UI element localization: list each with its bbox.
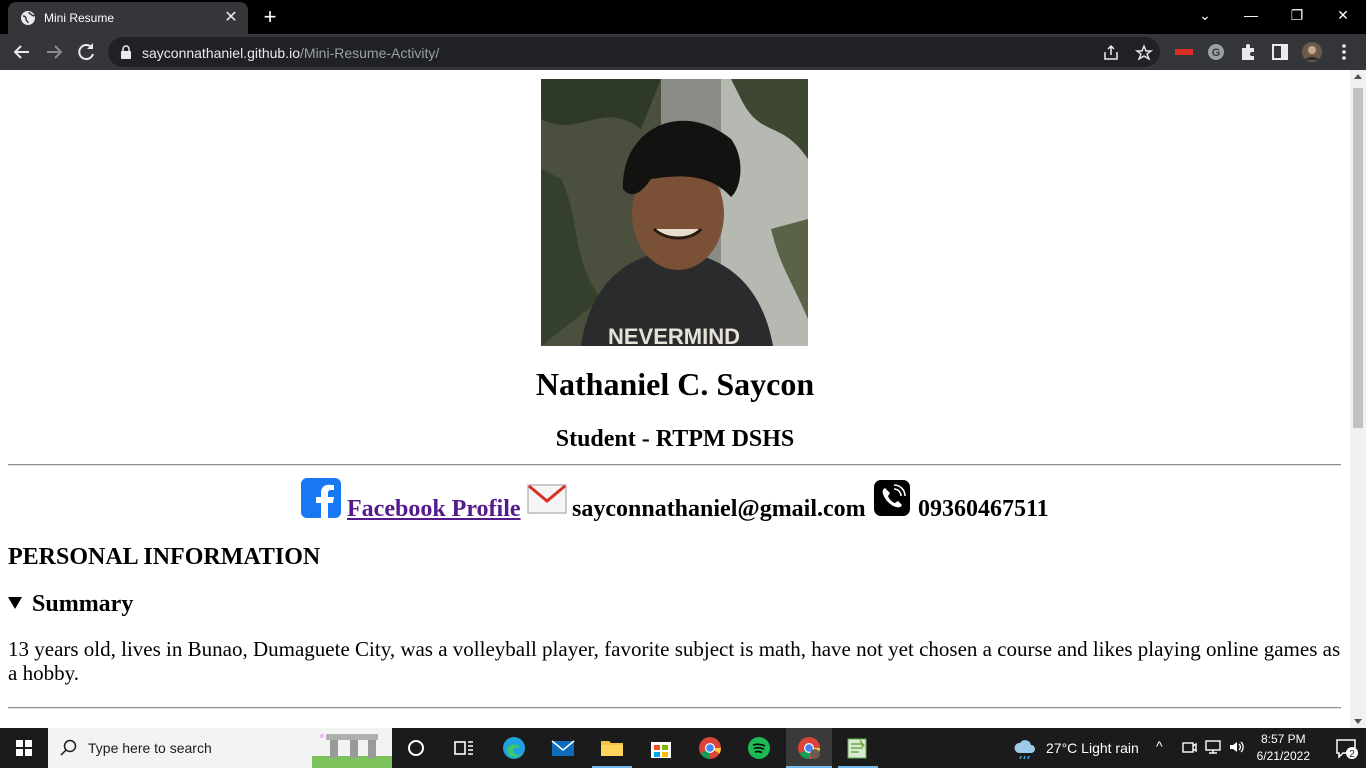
- scrollbar-thumb[interactable]: [1353, 88, 1363, 428]
- browser-toolbar: sayconnathaniel.github.io/Mini-Resume-Ac…: [0, 34, 1366, 70]
- taskbar-clock[interactable]: 8:57 PM 6/21/2022: [1257, 731, 1310, 765]
- phone-number: 09360467511: [918, 496, 1049, 522]
- store-icon[interactable]: [649, 736, 673, 760]
- summary-toggle[interactable]: Summary: [8, 591, 133, 618]
- bookmark-star-icon[interactable]: [1135, 44, 1153, 62]
- extension-bfr-icon[interactable]: [1174, 42, 1194, 62]
- browser-titlebar: Mini Resume ✕ + ⌄ — ❐ ✕: [0, 0, 1366, 34]
- url-path: /Mini-Resume-Activity/: [300, 45, 440, 61]
- facebook-icon[interactable]: [301, 478, 341, 518]
- windows-start-icon[interactable]: [0, 728, 48, 768]
- section-heading-personal-info: PERSONAL INFORMATION: [8, 544, 321, 570]
- divider-bottom: [8, 707, 1341, 709]
- network-icon[interactable]: [1204, 738, 1222, 756]
- person-role: Student - RTPM DSHS: [555, 426, 795, 452]
- forward-arrow-icon[interactable]: [42, 40, 66, 64]
- notification-count: 2: [1349, 749, 1355, 760]
- search-icon: [60, 739, 77, 756]
- email-address: sayconnathaniel@gmail.com: [572, 496, 866, 522]
- svg-text:NEVERMIND: NEVERMIND: [608, 324, 740, 346]
- page-viewport: NEVERMIND Nathaniel C. Saycon Student - …: [0, 70, 1350, 728]
- page-scrollbar[interactable]: [1350, 70, 1366, 728]
- meet-now-icon[interactable]: [1180, 738, 1198, 756]
- mail-icon: [527, 484, 567, 514]
- rain-cloud-icon[interactable]: [1013, 737, 1037, 761]
- tray-chevron-up-icon[interactable]: ^: [1156, 738, 1163, 754]
- volume-icon[interactable]: [1228, 738, 1246, 756]
- facebook-profile-link[interactable]: Facebook Profile: [347, 496, 521, 523]
- chrome-profile-icon[interactable]: [797, 736, 821, 760]
- restore-button[interactable]: ❐: [1274, 0, 1320, 32]
- file-explorer-icon[interactable]: [600, 736, 624, 760]
- task-view-icon[interactable]: [452, 736, 476, 760]
- scroll-up-icon[interactable]: [1354, 74, 1362, 79]
- search-highlight-art: [312, 734, 392, 768]
- url-host: sayconnathaniel.github.io: [142, 45, 301, 61]
- profile-avatar[interactable]: [1302, 42, 1322, 62]
- kebab-menu-icon[interactable]: [1334, 42, 1354, 62]
- close-window-button[interactable]: ✕: [1320, 0, 1366, 32]
- spotify-icon[interactable]: [747, 736, 771, 760]
- extension-grammarly-icon[interactable]: G: [1206, 42, 1226, 62]
- address-bar[interactable]: sayconnathaniel.github.io/Mini-Resume-Ac…: [108, 37, 1160, 67]
- minimize-button[interactable]: —: [1228, 0, 1274, 32]
- summary-label: Summary: [32, 591, 134, 617]
- mail-app-icon[interactable]: [551, 736, 575, 760]
- divider-top: [8, 464, 1341, 466]
- tab-close-icon[interactable]: ✕: [222, 9, 240, 27]
- tab-search-icon[interactable]: ⌄: [1182, 0, 1228, 32]
- clock-time: 8:57 PM: [1260, 732, 1306, 746]
- person-name: Nathaniel C. Saycon: [535, 366, 815, 402]
- taskbar-search-box[interactable]: Type here to search: [48, 728, 392, 768]
- edge-icon[interactable]: [502, 736, 526, 760]
- cortana-icon[interactable]: [404, 736, 428, 760]
- tab-mini-resume[interactable]: Mini Resume ✕: [8, 2, 248, 34]
- share-icon[interactable]: [1102, 44, 1120, 62]
- back-arrow-icon[interactable]: [10, 40, 34, 64]
- profile-photo: NEVERMIND: [541, 79, 808, 346]
- side-panel-icon[interactable]: [1270, 42, 1290, 62]
- notepad-plus-icon[interactable]: [845, 736, 869, 760]
- windows-taskbar: Type here to search 27°C Light rain ^ 8:…: [0, 728, 1366, 768]
- clock-date: 6/21/2022: [1256, 749, 1310, 763]
- lock-icon[interactable]: [120, 45, 132, 59]
- new-tab-button[interactable]: +: [258, 6, 282, 28]
- reload-icon[interactable]: [74, 40, 98, 64]
- search-placeholder: Type here to search: [88, 740, 212, 756]
- chrome-icon[interactable]: [698, 736, 722, 760]
- scroll-down-icon[interactable]: [1354, 719, 1362, 724]
- puzzle-icon[interactable]: [1238, 42, 1258, 62]
- globe-icon: [21, 11, 36, 25]
- phone-icon: [874, 480, 910, 516]
- url-text: sayconnathaniel.github.io/Mini-Resume-Ac…: [142, 45, 439, 61]
- summary-text: 13 years old, lives in Bunao, Dumaguete …: [8, 637, 1341, 685]
- svg-text:G: G: [1212, 47, 1221, 59]
- weather-text[interactable]: 27°C Light rain: [1046, 740, 1139, 756]
- disclosure-triangle-icon: [8, 597, 22, 609]
- tab-title: Mini Resume: [44, 11, 115, 25]
- notification-icon[interactable]: 2: [1334, 736, 1358, 760]
